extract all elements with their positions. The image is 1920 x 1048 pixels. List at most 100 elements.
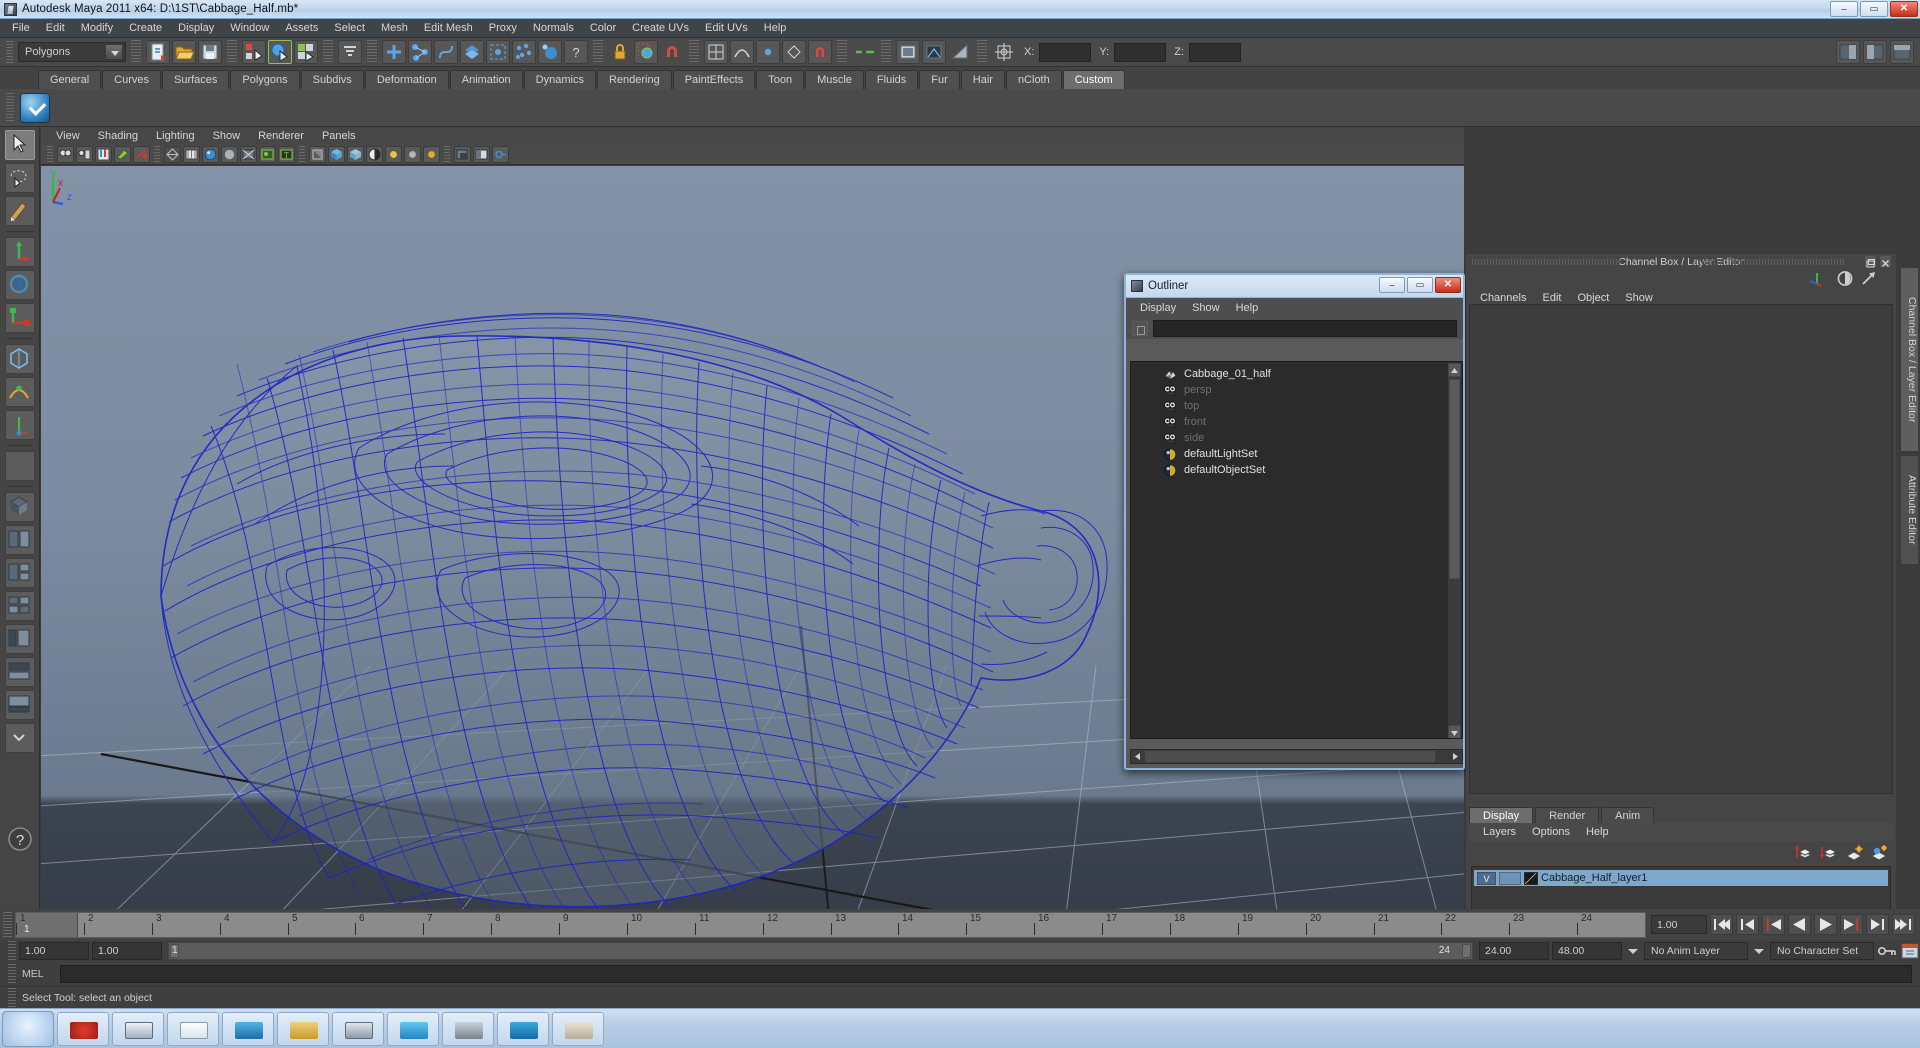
character-set-dropdown-icon[interactable] <box>1751 942 1767 960</box>
shelf-grip[interactable] <box>6 92 14 123</box>
hardware-texturing-icon[interactable] <box>259 146 276 163</box>
taskbar-item-4[interactable] <box>222 1011 274 1046</box>
layout-outliner-persp-button[interactable] <box>4 624 35 654</box>
viewport-icon-grip[interactable] <box>47 145 53 164</box>
new-scene-button[interactable] <box>146 40 170 64</box>
time-slider-track[interactable]: 1 1 2 3 4 5 6 7 8 9 10 11 12 13 14 15 16 17 18 19 20 21 22 23 2… <box>15 911 1646 938</box>
taskbar-item-5[interactable] <box>277 1011 329 1046</box>
step-forward-frame-button[interactable] <box>1840 914 1863 935</box>
channel-box-axis-icon[interactable] <box>1808 270 1828 292</box>
new-layer-icon[interactable] <box>1845 844 1863 861</box>
taskbar-item-2[interactable] <box>112 1011 164 1046</box>
select-camera-icon[interactable] <box>57 146 74 163</box>
panel-undock-button[interactable] <box>1864 255 1877 268</box>
outliner-window[interactable]: Outliner – ▭ ✕ Display Show Help Cabbage… <box>1124 273 1465 770</box>
shelf-tab-polygons[interactable]: Polygons <box>230 70 300 89</box>
channel-box-toggle-icon[interactable] <box>1836 270 1854 292</box>
scroll-down-icon[interactable] <box>1448 725 1461 738</box>
layout-three-pane-button[interactable] <box>4 558 35 588</box>
playback-end-field[interactable]: 24.00 <box>1479 942 1549 960</box>
move-layer-up-icon[interactable] <box>1795 844 1813 860</box>
shelf-tab-subdivs[interactable]: Subdivs <box>300 70 364 89</box>
menu-file[interactable]: File <box>4 21 38 35</box>
checker-texture-icon[interactable] <box>366 146 383 163</box>
step-back-key-button[interactable] <box>1736 914 1759 935</box>
shelf-tab-curves[interactable]: Curves <box>102 70 161 89</box>
menu-create-uvs[interactable]: Create UVs <box>624 21 697 35</box>
scrollbar-thumb[interactable] <box>1449 379 1460 579</box>
xray-mode-icon[interactable] <box>309 146 326 163</box>
mask-joints-button[interactable] <box>408 40 432 64</box>
viewport-menu-renderer[interactable]: Renderer <box>249 130 313 142</box>
outliner-menu-help[interactable]: Help <box>1228 302 1267 314</box>
shaded-cube-icon[interactable] <box>328 146 345 163</box>
snap-curve-button[interactable] <box>730 40 754 64</box>
shelf-tab-muscle[interactable]: Muscle <box>805 70 864 89</box>
viewport-menu-lighting[interactable]: Lighting <box>147 130 204 142</box>
menu-mesh[interactable]: Mesh <box>373 21 416 35</box>
y-field[interactable] <box>1114 42 1167 62</box>
channel-menu-channels[interactable]: Channels <box>1472 292 1534 304</box>
outliner-item-defaultobjectset[interactable]: defaultObjectSet <box>1131 462 1462 478</box>
layer-visibility-toggle[interactable]: V <box>1477 871 1496 885</box>
panel-drag-dots-right[interactable] <box>1696 259 1846 265</box>
vtab-channel-box-layer-editor[interactable]: Channel Box / Layer Editor <box>1900 267 1919 452</box>
move-layer-down-icon[interactable] <box>1820 844 1838 860</box>
universal-manipulator-button[interactable] <box>4 344 35 374</box>
shelf-tab-custom[interactable]: Custom <box>1062 70 1125 89</box>
camera-attributes-icon[interactable] <box>76 146 93 163</box>
component-mask-button[interactable] <box>338 40 362 64</box>
shaded-wireframe-icon[interactable] <box>240 146 257 163</box>
snap-point-button[interactable] <box>756 40 780 64</box>
menu-assets[interactable]: Assets <box>277 21 326 35</box>
viewport-menu-view[interactable]: View <box>47 130 89 142</box>
layout-persp-graph-button[interactable] <box>4 690 35 720</box>
shelf-tab-fur[interactable]: Fur <box>919 70 960 89</box>
outliner-filter-icon[interactable] <box>1132 320 1148 336</box>
mask-deformers-button[interactable] <box>486 40 510 64</box>
open-scene-button[interactable] <box>172 40 196 64</box>
command-line-input[interactable] <box>60 965 1912 983</box>
x-field[interactable] <box>1039 42 1092 62</box>
layer-tab-anim[interactable]: Anim <box>1601 807 1655 823</box>
close-button[interactable]: ✕ <box>1890 1 1918 17</box>
statusline-grip[interactable] <box>6 41 13 63</box>
smooth-shade-all-icon[interactable] <box>183 146 200 163</box>
layer-tab-render[interactable]: Render <box>1535 807 1600 823</box>
outliner-item-top[interactable]: top <box>1131 398 1462 414</box>
scroll-right-icon[interactable] <box>1449 750 1462 763</box>
layer-tab-display[interactable]: Display <box>1469 807 1534 823</box>
current-time-field[interactable]: 1.00 <box>1651 915 1707 934</box>
exposure-icon[interactable] <box>473 146 490 163</box>
render-current-frame-button[interactable] <box>896 40 920 64</box>
help-line-grip[interactable] <box>8 987 16 1008</box>
layout-four-pane-button[interactable] <box>4 591 35 621</box>
move-tool-button[interactable] <box>4 237 35 267</box>
lighting-yellow-icon[interactable] <box>423 146 440 163</box>
outliner-item-side[interactable]: side <box>1131 430 1462 446</box>
show-manipulator-tool-button[interactable] <box>4 410 35 440</box>
outliner-list[interactable]: Cabbage_01_half persp top front side def… <box>1130 361 1463 739</box>
smooth-shade-selected-icon[interactable] <box>202 146 219 163</box>
menu-edit-mesh[interactable]: Edit Mesh <box>416 21 481 35</box>
taskbar-item-1[interactable] <box>57 1011 109 1046</box>
menu-create[interactable]: Create <box>121 21 170 35</box>
show-hide-attribute-editor-button[interactable] <box>1863 40 1887 64</box>
shelf-tab-toon[interactable]: Toon <box>756 70 805 89</box>
shelf-tab-ncloth[interactable]: nCloth <box>1005 70 1062 89</box>
viewport-menu-shading[interactable]: Shading <box>89 130 147 142</box>
menu-help[interactable]: Help <box>756 21 795 35</box>
taskbar-item-9[interactable] <box>497 1011 549 1046</box>
step-forward-key-button[interactable] <box>1866 914 1889 935</box>
outliner-maximize-button[interactable]: ▭ <box>1407 277 1433 293</box>
layout-two-pane-button[interactable] <box>4 525 35 555</box>
lighting-sun-icon[interactable] <box>385 146 402 163</box>
mask-surfaces-button[interactable] <box>460 40 484 64</box>
play-forwards-button[interactable] <box>1814 914 1837 935</box>
highlight-selection-button[interactable] <box>634 40 658 64</box>
go-to-end-button[interactable] <box>1892 914 1915 935</box>
magnet-snap-icon[interactable] <box>660 40 684 64</box>
shadows-icon[interactable] <box>454 146 471 163</box>
anim-layer-dropdown-icon[interactable] <box>1625 942 1641 960</box>
viewport-menu-show[interactable]: Show <box>204 130 250 142</box>
